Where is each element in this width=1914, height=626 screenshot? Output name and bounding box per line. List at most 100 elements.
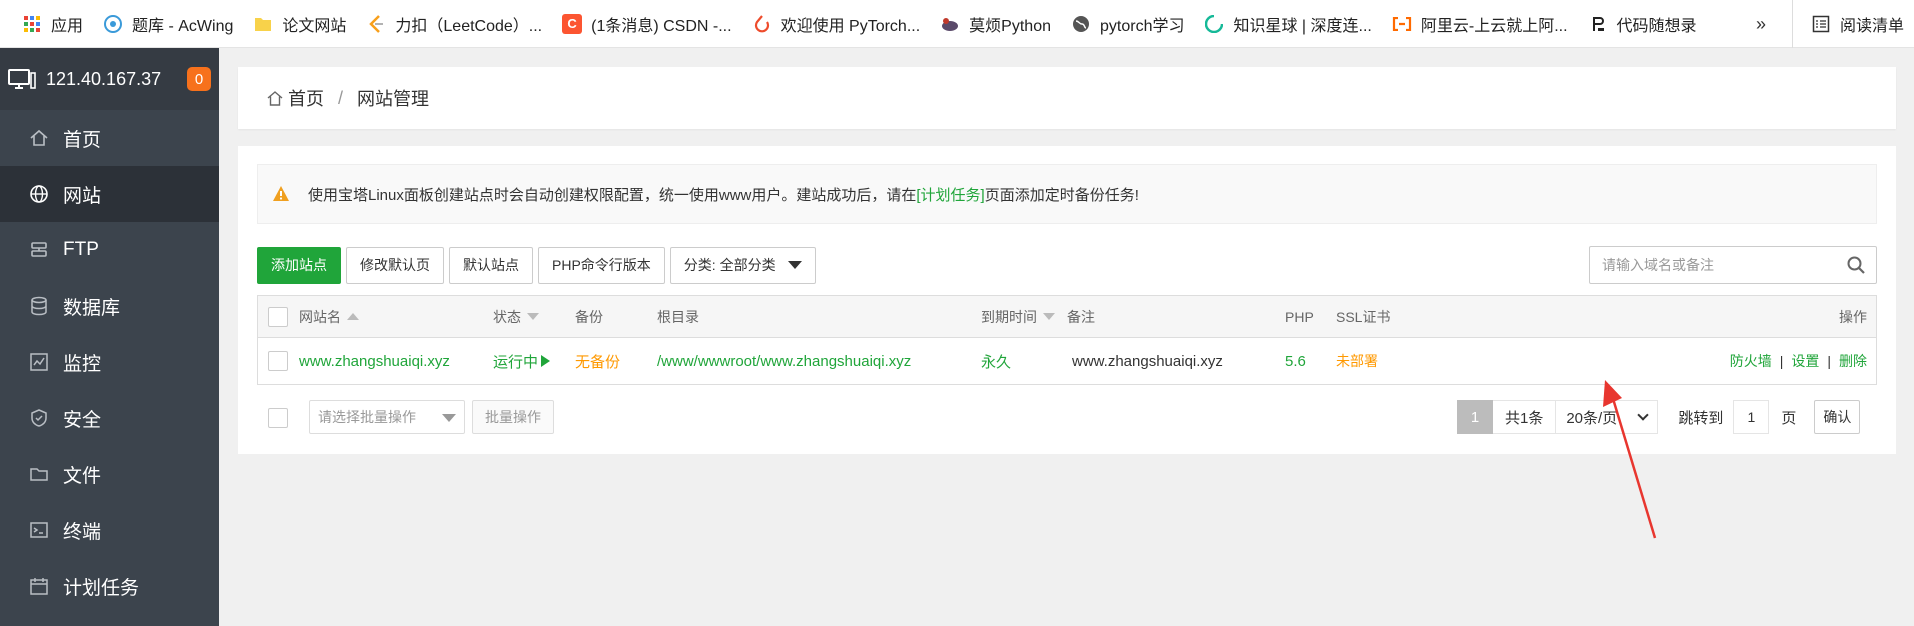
- bookmark-label: 题库 - AcWing: [132, 17, 234, 35]
- table-row: www.zhangshuaiqi.xyz 运行中 无备份 /www/wwwroo…: [258, 338, 1876, 384]
- default-site-button[interactable]: 默认站点: [449, 246, 533, 284]
- home-icon: [29, 128, 49, 148]
- bookmark-pytorch-study[interactable]: pytorch学习: [1061, 0, 1194, 48]
- header-root: 根目录: [657, 308, 699, 325]
- more-bookmarks-icon[interactable]: »: [1756, 14, 1766, 35]
- bookmark-leetcode[interactable]: 力扣（LeetCode）...: [356, 0, 552, 48]
- csdn-icon: C: [562, 13, 583, 34]
- site-search-box: [1589, 246, 1877, 284]
- warning-icon: [273, 186, 289, 201]
- breadcrumb: 首页 / 网站管理: [238, 67, 1896, 129]
- bookmark-pytorch[interactable]: 欢迎使用 PyTorch...: [742, 0, 931, 48]
- site-root-link[interactable]: /www/wwwroot/www.zhangshuaiqi.xyz: [657, 338, 911, 384]
- sidebar-item-ftp[interactable]: FTP: [0, 222, 219, 278]
- monitor-icon: [29, 352, 49, 372]
- leetcode-icon: [366, 14, 386, 34]
- reading-list-button[interactable]: 阅读清单: [1791, 0, 1914, 48]
- globe-icon: [29, 184, 49, 204]
- pagination: 1 共1条 20条/页 跳转到 1 页 确认: [1457, 398, 1861, 436]
- home-icon: [267, 91, 283, 106]
- site-status-toggle[interactable]: 运行中: [493, 338, 551, 384]
- reading-list-label: 阅读清单: [1839, 18, 1904, 35]
- select-all-checkbox[interactable]: [268, 306, 288, 327]
- settings-link[interactable]: 设置: [1791, 351, 1819, 371]
- search-icon[interactable]: [1846, 255, 1866, 275]
- site-name-link[interactable]: www.zhangshuaiqi.xyz: [299, 338, 450, 384]
- sidebar-item-monitor[interactable]: 监控: [0, 334, 219, 390]
- edit-default-page-button[interactable]: 修改默认页: [346, 246, 444, 284]
- cron-task-link[interactable]: [计划任务]: [916, 184, 984, 205]
- sidebar-item-label: 数据库: [63, 297, 121, 319]
- sidebar-item-label: 安全: [63, 409, 102, 431]
- bookmark-papers[interactable]: 论文网站: [243, 0, 356, 48]
- site-expire-link[interactable]: 永久: [981, 338, 1011, 384]
- computer-icon: [8, 69, 36, 89]
- header-status[interactable]: 状态: [493, 296, 539, 337]
- header-expire[interactable]: 到期时间: [981, 296, 1055, 337]
- code-icon: [1588, 14, 1608, 34]
- header-ops: 操作: [1839, 308, 1867, 325]
- play-icon: [541, 355, 551, 367]
- delete-link[interactable]: 删除: [1839, 351, 1867, 371]
- bookmark-label: 莫烦Python: [969, 17, 1051, 35]
- server-info[interactable]: 121.40.167.37 0: [0, 48, 219, 110]
- breadcrumb-current: 网站管理: [357, 89, 430, 109]
- bookmark-csdn[interactable]: C (1条消息) CSDN -...: [552, 0, 741, 48]
- header-name-label: 网站名: [299, 308, 341, 325]
- page-number-current[interactable]: 1: [1457, 400, 1493, 434]
- pytorch-icon: [752, 14, 772, 34]
- site-php-version[interactable]: 5.6: [1285, 338, 1306, 384]
- sort-desc-icon: [1043, 313, 1055, 320]
- search-input[interactable]: [1602, 257, 1846, 273]
- dropdown-caret-icon: [787, 261, 802, 269]
- batch-action-select[interactable]: 请选择批量操作: [309, 400, 465, 434]
- bookmark-apps[interactable]: 应用: [12, 0, 93, 48]
- category-select-label: 分类: 全部分类: [683, 257, 776, 273]
- ops-separator: |: [1779, 353, 1784, 369]
- row-checkbox[interactable]: [268, 351, 288, 371]
- confirm-jump-button[interactable]: 确认: [1814, 400, 1861, 434]
- breadcrumb-home-link[interactable]: 首页: [288, 85, 324, 111]
- bookmark-mofan[interactable]: 莫烦Python: [930, 0, 1061, 48]
- bookmark-label: pytorch学习: [1100, 17, 1185, 35]
- message-count-badge[interactable]: 0: [187, 67, 211, 91]
- table-footer: 请选择批量操作 批量操作 1 共1条 20条/页 跳转到 1 页 确认: [257, 398, 1877, 436]
- category-select[interactable]: 分类: 全部分类: [669, 246, 816, 284]
- bookmark-label: 欢迎使用 PyTorch...: [780, 17, 921, 35]
- firewall-link[interactable]: 防火墙: [1730, 351, 1772, 371]
- bookmark-aliyun[interactable]: 阿里云-上云就上阿...: [1382, 0, 1578, 48]
- header-backup: 备份: [575, 308, 603, 325]
- jump-page-input[interactable]: 1: [1733, 400, 1770, 434]
- acwing-icon: [103, 14, 123, 34]
- sidebar-item-security[interactable]: 安全: [0, 390, 219, 446]
- batch-action-button[interactable]: 批量操作: [472, 400, 554, 434]
- sort-desc-icon: [527, 313, 539, 320]
- bookmark-label: 阿里云-上云就上阿...: [1420, 17, 1568, 35]
- site-management-panel: 使用宝塔Linux面板创建站点时会自动创建权限配置，统一使用www用户。建站成功…: [238, 146, 1896, 454]
- sidebar-item-terminal[interactable]: 终端: [0, 502, 219, 558]
- header-php: PHP: [1285, 308, 1314, 325]
- header-name[interactable]: 网站名: [299, 296, 359, 337]
- sidebar-item-files[interactable]: 文件: [0, 446, 219, 502]
- page-size-label: 20条/页: [1566, 409, 1618, 427]
- site-backup-link[interactable]: 无备份: [575, 338, 620, 384]
- bookmark-acwing[interactable]: 题库 - AcWing: [93, 0, 243, 48]
- site-ssl-status[interactable]: 未部署: [1336, 338, 1378, 384]
- chevron-down-icon: [1637, 409, 1650, 421]
- sidebar-item-home[interactable]: 首页: [0, 110, 219, 166]
- batch-select-all-checkbox[interactable]: [268, 408, 288, 428]
- site-status-label: 运行中: [493, 353, 539, 371]
- server-ip: 121.40.167.37: [46, 68, 162, 89]
- bookmark-zsxq[interactable]: 知识星球 | 深度连...: [1194, 0, 1381, 48]
- bookmark-code[interactable]: 代码随想录: [1578, 0, 1707, 48]
- sidebar-item-website[interactable]: 网站: [0, 166, 219, 222]
- header-status-label: 状态: [493, 308, 521, 325]
- sidebar-item-database[interactable]: 数据库: [0, 278, 219, 334]
- site-remark[interactable]: www.zhangshuaiqi.xyz: [1072, 338, 1223, 384]
- sidebar-item-cron[interactable]: 计划任务: [0, 558, 219, 614]
- page-size-select[interactable]: 20条/页: [1556, 400, 1659, 434]
- bookmark-label: (1条消息) CSDN -...: [591, 17, 732, 35]
- add-site-button[interactable]: 添加站点: [257, 246, 341, 284]
- php-cli-version-button[interactable]: PHP命令行版本: [538, 246, 665, 284]
- ops-separator: |: [1827, 353, 1831, 369]
